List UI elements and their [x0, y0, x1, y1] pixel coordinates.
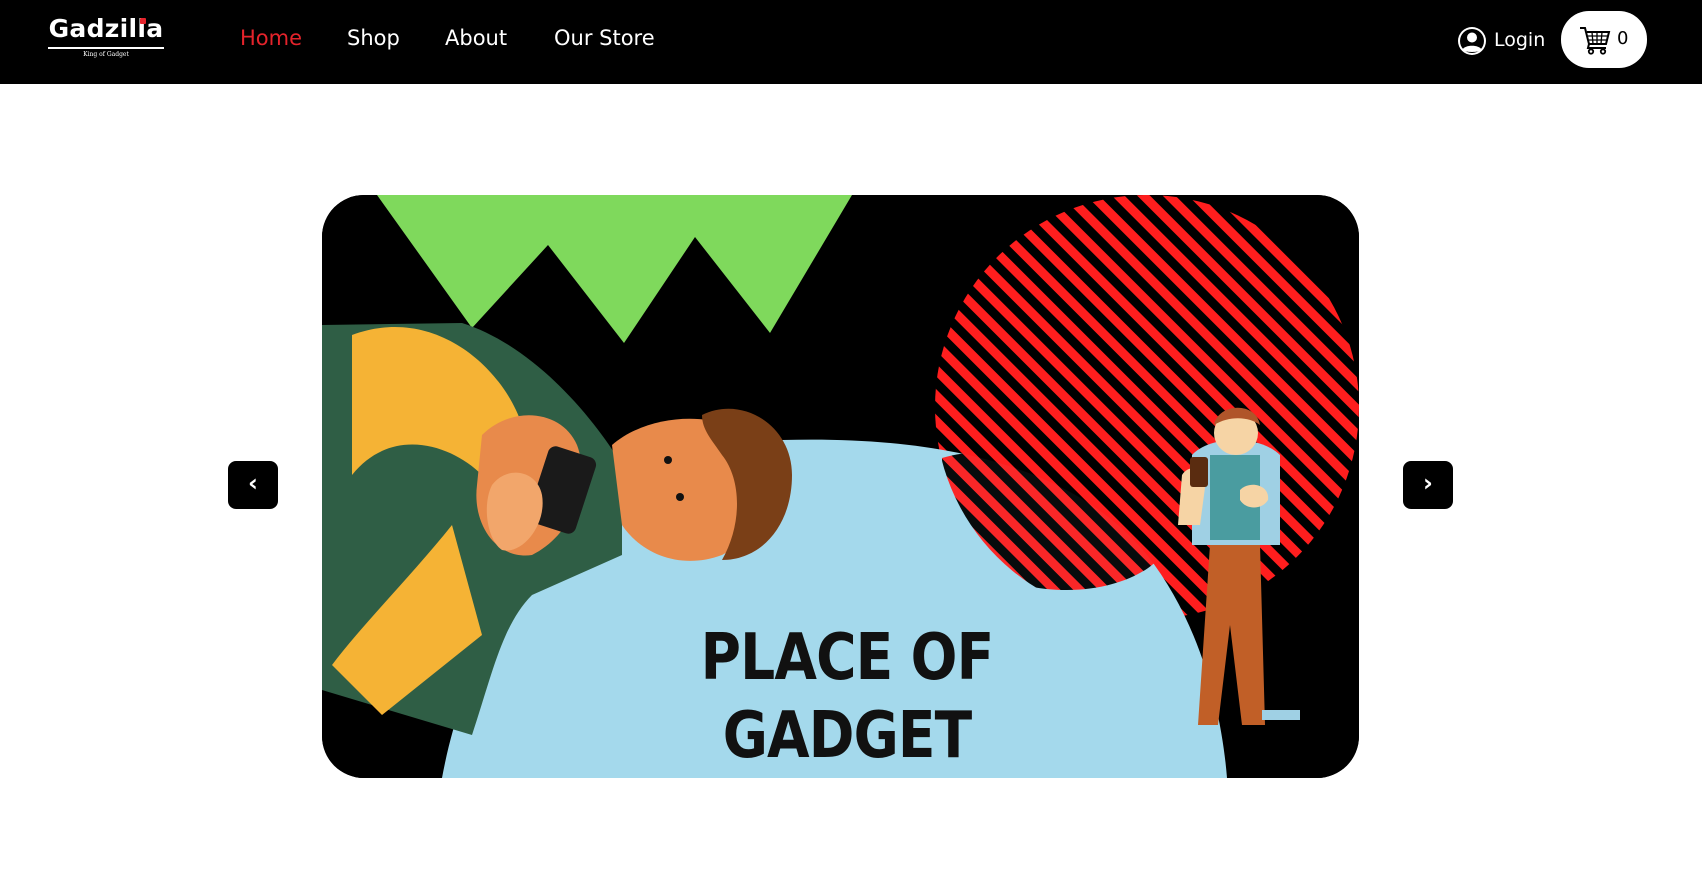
hero-slide: PLACE OF GADGET: [322, 195, 1359, 778]
hero-headline-line1: PLACE OF: [700, 621, 995, 695]
carousel-next-button[interactable]: ›: [1403, 461, 1453, 509]
nav-link-our-store[interactable]: Our Store: [554, 25, 655, 51]
nav-link-home[interactable]: Home: [240, 25, 302, 51]
user-circle-icon: [1458, 27, 1486, 55]
top-navbar: Gadzilla King of Gadget Home Shop About …: [0, 0, 1702, 84]
brand-tagline: King of Gadget: [83, 51, 129, 58]
hero-headline: PLACE OF GADGET: [679, 619, 1014, 775]
logo-underline: [48, 47, 164, 49]
hero-headline-line2: GADGET: [722, 699, 972, 773]
brand-logo[interactable]: Gadzilla King of Gadget: [48, 14, 164, 62]
nav-link-about[interactable]: About: [445, 25, 507, 51]
brand-name: Gadzilla: [48, 14, 164, 43]
nav-link-shop[interactable]: Shop: [347, 25, 400, 51]
carousel-prev-button[interactable]: ‹: [228, 461, 278, 509]
cart-button[interactable]: 0: [1561, 11, 1647, 68]
logo-accent-dot: [140, 18, 146, 24]
cart-count-badge: 0: [1617, 28, 1629, 49]
shopping-cart-icon: [1580, 27, 1611, 55]
login-label: Login: [1494, 29, 1546, 51]
